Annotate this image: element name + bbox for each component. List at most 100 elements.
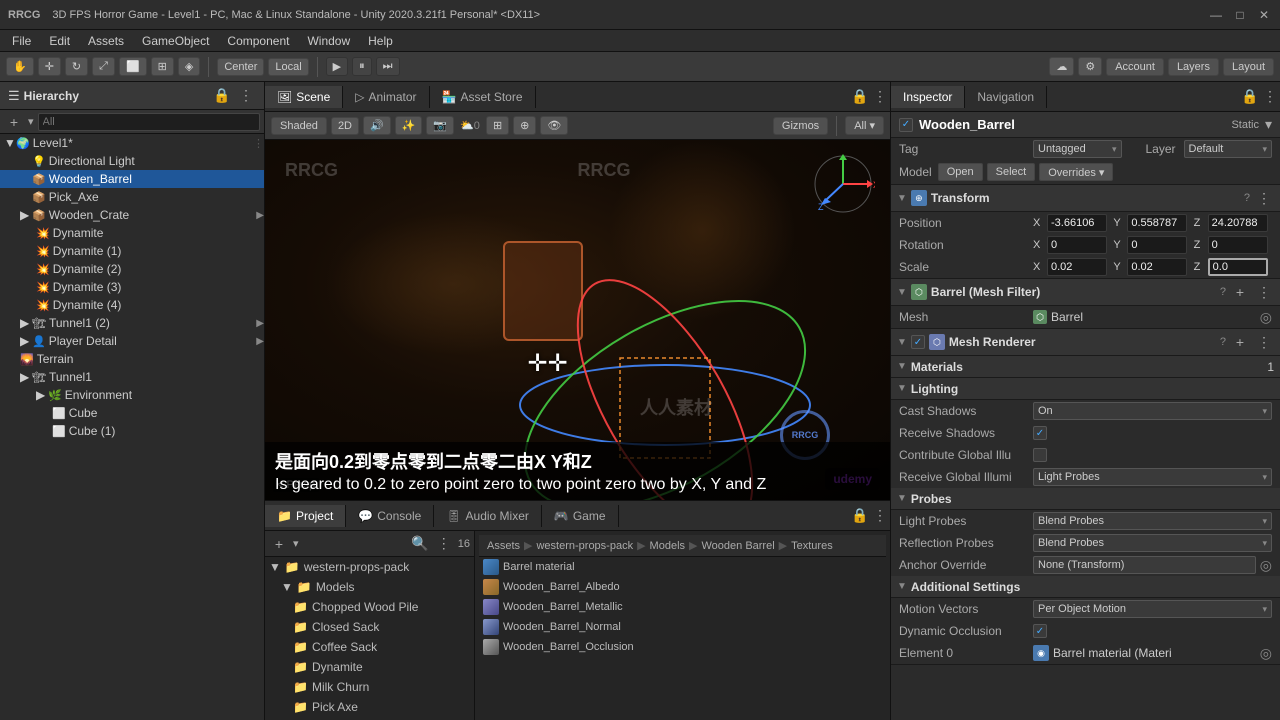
scene-vis[interactable]: 👁 [540, 116, 568, 135]
proj-item-closed-sack[interactable]: 📁Closed Sack [265, 617, 474, 637]
hierarchy-menu[interactable]: ⋮ [236, 86, 256, 106]
bread-barrel[interactable]: Wooden Barrel [701, 540, 774, 552]
dynamic-occlusion-checkbox[interactable] [1033, 624, 1047, 638]
center-menu[interactable]: ⋮ [870, 87, 890, 107]
hier-item-dynamite4[interactable]: 💥Dynamite (4) [0, 296, 264, 314]
custom-tool[interactable]: ◈ [178, 57, 200, 76]
hierarchy-add[interactable]: + [4, 112, 24, 132]
collab-icon[interactable]: ☁ [1049, 57, 1074, 76]
fx-toggle[interactable]: ✨ [395, 116, 423, 135]
tag-dropdown[interactable]: Untagged ▾ [1033, 140, 1122, 158]
hier-item-cube1[interactable]: ⬜Cube (1) [0, 422, 264, 440]
tab-scene[interactable]: 🖼 Scene [265, 86, 343, 108]
close-button[interactable]: ✕ [1256, 7, 1272, 23]
overrides-button[interactable]: Overrides ▾ [1039, 163, 1113, 181]
bread-textures[interactable]: Textures [791, 540, 833, 552]
tab-inspector[interactable]: Inspector [891, 86, 965, 108]
contribute-gi-checkbox[interactable] [1033, 448, 1047, 462]
scene-cam[interactable]: 📷 [426, 116, 454, 135]
motion-vectors-dropdown[interactable]: Per Object Motion ▾ [1033, 600, 1272, 618]
tab-console[interactable]: 💬 Console [346, 505, 434, 527]
proj-item-models[interactable]: ▼📁Models [265, 577, 474, 597]
hier-item-wooden-crate[interactable]: ▶📦Wooden_Crate ▶ [0, 206, 264, 224]
layout-dropdown[interactable]: Layout [1223, 58, 1274, 76]
mesh-filter-menu[interactable]: ⋮ [1254, 282, 1274, 302]
renderer-menu[interactable]: ⋮ [1254, 332, 1274, 352]
hierarchy-lock[interactable]: 🔒 [212, 86, 232, 106]
light-probes-dropdown[interactable]: Blend Probes ▾ [1033, 512, 1272, 530]
tab-navigation[interactable]: Navigation [965, 86, 1047, 108]
pos-y-field[interactable] [1127, 214, 1187, 232]
hier-item-dirlight[interactable]: 💡Directional Light [0, 152, 264, 170]
scale-y-field[interactable] [1127, 258, 1187, 276]
project-add[interactable]: + [269, 534, 289, 554]
open-button[interactable]: Open [938, 163, 983, 181]
2d-toggle[interactable]: 2D [331, 117, 359, 135]
grid-toggle[interactable]: ⊞ [486, 116, 509, 135]
inspector-menu[interactable]: ⋮ [1260, 87, 1280, 107]
gizmos-dropdown[interactable]: Gizmos [773, 117, 828, 135]
menu-window[interactable]: Window [299, 32, 358, 50]
hier-item-cube[interactable]: ⬜Cube [0, 404, 264, 422]
services-icon[interactable]: ⚙ [1078, 57, 1102, 76]
account-dropdown[interactable]: Account [1106, 58, 1164, 76]
mesh-renderer-header[interactable]: ▼ ⬡ Mesh Renderer ? + ⋮ [891, 329, 1280, 356]
proj-filter-icon[interactable]: ⋮ [434, 534, 454, 554]
audio-toggle[interactable]: 🔊 [363, 116, 391, 135]
hier-item-dynamite[interactable]: 💥Dynamite [0, 224, 264, 242]
tab-project[interactable]: 📁 Project [265, 505, 346, 527]
layer-dropdown[interactable]: Default ▾ [1184, 140, 1273, 158]
hier-item-tunnel1-2[interactable]: ▶🏗Tunnel1 (2) ▶ [0, 314, 264, 332]
renderer-add[interactable]: + [1230, 332, 1250, 352]
tab-animator[interactable]: ▷ Animator [343, 86, 429, 108]
hier-item-level1[interactable]: ▼🌍Level1* ⋮ [0, 134, 264, 152]
rect-tool[interactable]: ⬜ [119, 57, 147, 76]
pos-x-field[interactable] [1047, 214, 1107, 232]
transform-header[interactable]: ▼ ⊕ Transform ? ⋮ [891, 185, 1280, 212]
maximize-button[interactable]: □ [1232, 7, 1248, 23]
menu-gameobject[interactable]: GameObject [134, 32, 217, 50]
mesh-filter-header[interactable]: ▼ ⬡ Barrel (Mesh Filter) ? + ⋮ [891, 279, 1280, 306]
static-dropdown[interactable]: ▾ [1265, 116, 1272, 133]
cast-shadows-dropdown[interactable]: On ▾ [1033, 402, 1272, 420]
receive-gi-dropdown[interactable]: Light Probes ▾ [1033, 468, 1272, 486]
bottom-lock[interactable]: 🔒 [850, 506, 870, 526]
proj-file-metallic[interactable]: Wooden_Barrel_Metallic [479, 597, 886, 617]
materials-foldout[interactable]: ▼ Materials 1 [891, 356, 1280, 378]
hier-item-wooden-barrel[interactable]: 📦Wooden_Barrel [0, 170, 264, 188]
mat-target-icon[interactable]: ◎ [1260, 645, 1272, 662]
menu-component[interactable]: Component [219, 32, 297, 50]
proj-view-icon[interactable]: 🔍 [410, 534, 430, 554]
hier-item-dynamite2[interactable]: 💥Dynamite (2) [0, 260, 264, 278]
step-button[interactable]: ⏭ [376, 57, 400, 76]
center-toggle[interactable]: Center [217, 58, 264, 76]
hier-item-dynamite3[interactable]: 💥Dynamite (3) [0, 278, 264, 296]
hierarchy-search[interactable] [38, 113, 260, 131]
local-toggle[interactable]: Local [268, 58, 308, 76]
obj-active-checkbox[interactable] [899, 118, 913, 132]
rot-z-field[interactable] [1208, 236, 1268, 254]
anchor-target-icon[interactable]: ◎ [1260, 557, 1272, 574]
receive-shadows-checkbox[interactable] [1033, 426, 1047, 440]
pause-button[interactable]: ⏸ [352, 57, 372, 76]
scale-tool[interactable]: ⤢ [92, 57, 115, 76]
minimize-button[interactable]: — [1208, 7, 1224, 23]
rot-y-field[interactable] [1127, 236, 1187, 254]
additional-foldout[interactable]: ▼ Additional Settings [891, 576, 1280, 598]
all-dropdown[interactable]: All ▾ [845, 116, 884, 135]
select-button[interactable]: Select [987, 163, 1036, 181]
shaded-dropdown[interactable]: Shaded [271, 117, 327, 135]
renderer-enable[interactable] [911, 335, 925, 349]
move-tool[interactable]: ✛ [38, 57, 61, 76]
probes-foldout[interactable]: ▼ Probes [891, 488, 1280, 510]
scale-z-field[interactable] [1208, 258, 1268, 276]
center-lock[interactable]: 🔒 [850, 87, 870, 107]
proj-file-occlusion[interactable]: Wooden_Barrel_Occlusion [479, 637, 886, 657]
scale-x-field[interactable] [1047, 258, 1107, 276]
hier-item-player-detail[interactable]: ▶👤Player Detail ▶ [0, 332, 264, 350]
pos-z-field[interactable] [1208, 214, 1268, 232]
proj-file-albedo[interactable]: Wooden_Barrel_Albedo [479, 577, 886, 597]
bread-models[interactable]: Models [650, 540, 685, 552]
proj-item-milk-churn[interactable]: 📁Milk Churn [265, 677, 474, 697]
menu-edit[interactable]: Edit [41, 32, 78, 50]
